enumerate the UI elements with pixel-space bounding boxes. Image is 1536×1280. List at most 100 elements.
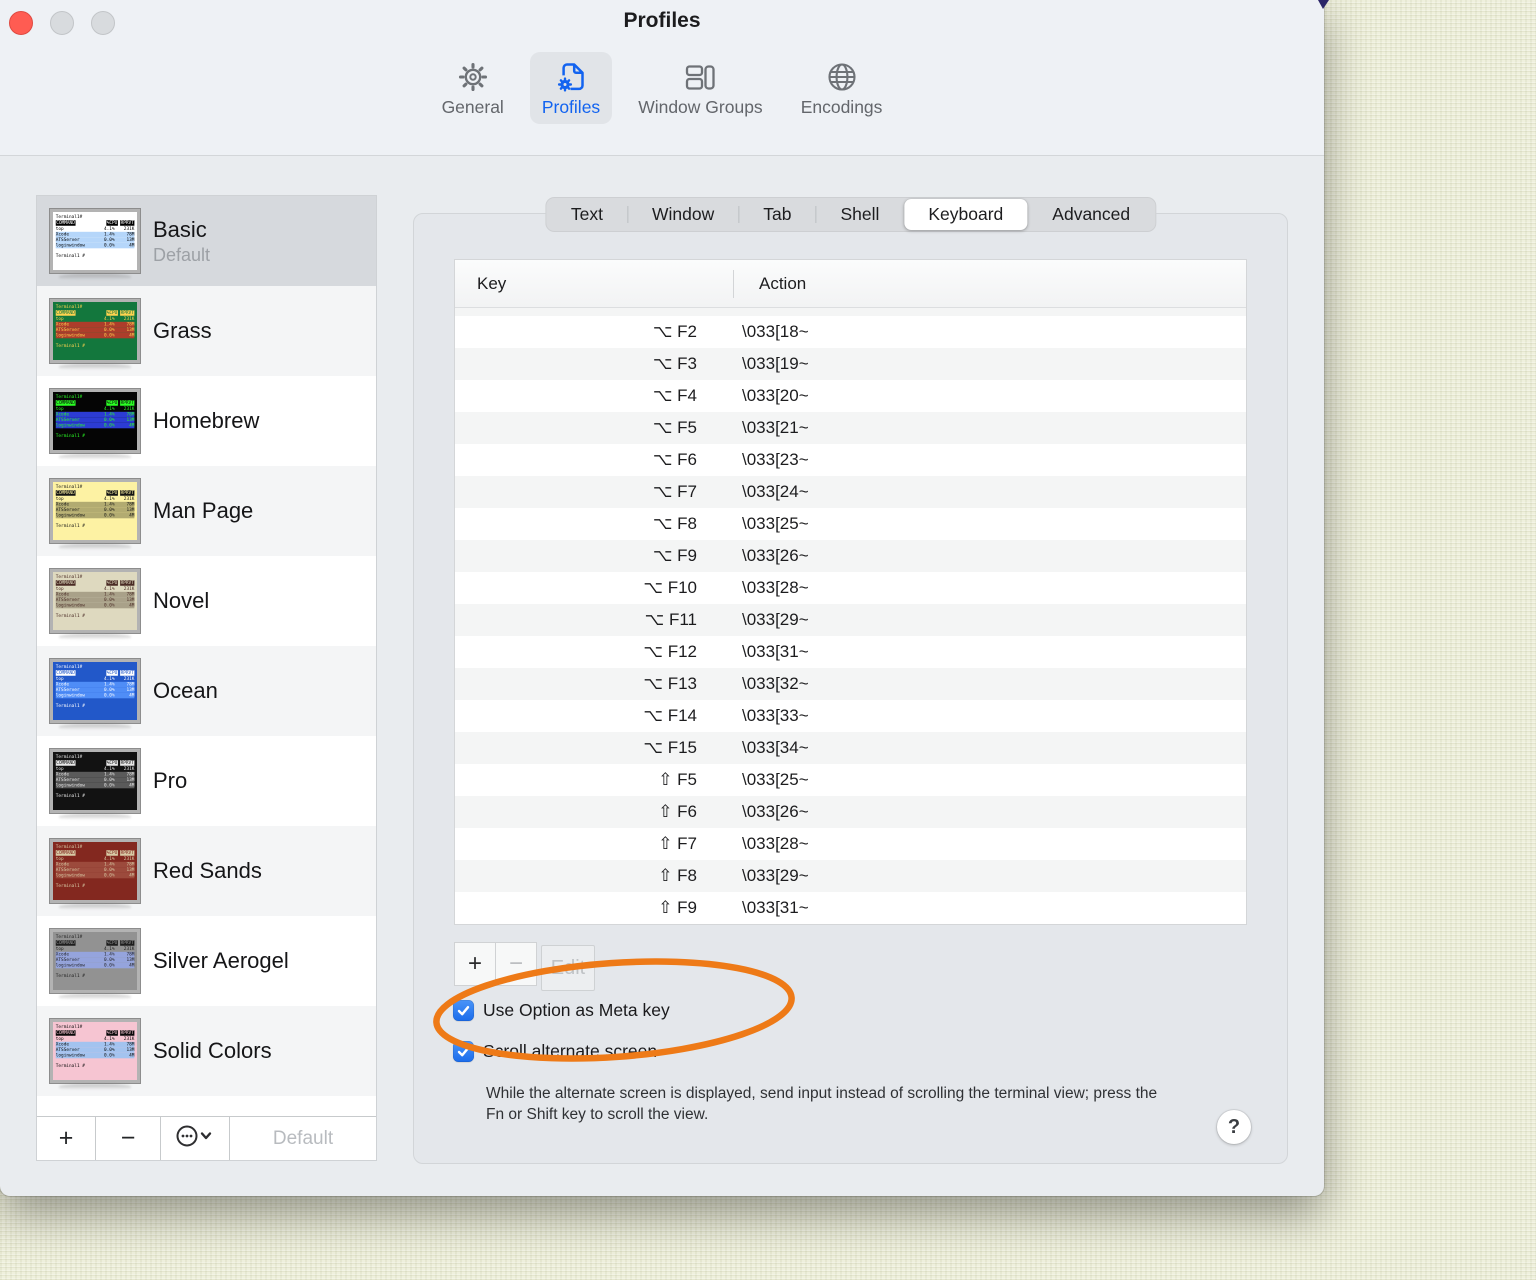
key-mapping-row[interactable]: ⌥ F10 \033[28~ xyxy=(455,572,1246,604)
profile-list-item-man-page[interactable]: Terminal1# COMMAND %CPU RPRVT top 4.1% 231K… xyxy=(37,466,376,556)
thumb-prompt: Terminal1 # xyxy=(55,253,85,259)
edit-mapping-button[interactable]: Edit xyxy=(541,945,595,991)
profile-text: Homebrew xyxy=(153,408,259,434)
profile-default-badge: Default xyxy=(153,244,211,265)
toolbar-item-window-groups[interactable]: Window Groups xyxy=(626,52,775,124)
set-default-button[interactable]: Default xyxy=(230,1117,376,1160)
key-mapping-row[interactable]: ⌥ F11 \033[29~ xyxy=(455,604,1246,636)
profile-actions-menu-button[interactable] xyxy=(161,1117,230,1160)
key-mapping-row[interactable]: ⌥ F8 \033[25~ xyxy=(455,508,1246,540)
key-cell: ⇧ F5 xyxy=(658,770,697,789)
tab-shell[interactable]: Shell xyxy=(816,199,903,230)
key-mapping-row[interactable]: ⇧ F8 \033[29~ xyxy=(455,860,1246,892)
profile-list-item-grass[interactable]: Terminal1# COMMAND %CPU RPRVT top 4.1% 231K… xyxy=(37,286,376,376)
thumb-header-chips: COMMAND %CPU RPRVT xyxy=(55,310,135,316)
thumb-title: Terminal1# xyxy=(55,574,83,580)
key-mapping-row[interactable]: ⇧ F9 \033[31~ xyxy=(455,892,1246,924)
profile-text: Grass xyxy=(153,318,212,344)
thumb-process-rows: top 4.1% 231K Xcode 1.4% 78M ATSServer 0.0% 13M l… xyxy=(55,586,135,609)
thumb-process-row: loginwindow 0.0% 4M xyxy=(55,782,135,789)
action-cell: \033[26~ xyxy=(742,546,809,565)
key-mapping-row[interactable]: ⌥ F2 \033[18~ xyxy=(455,316,1246,348)
profile-list-item-solid-colors[interactable]: Terminal1# COMMAND %CPU RPRVT top 4.1% 231K… xyxy=(37,1006,376,1096)
key-mapping-row[interactable]: ⌥ F5 \033[21~ xyxy=(455,412,1246,444)
key-mapping-row[interactable]: ⌥ F6 \033[23~ xyxy=(455,444,1246,476)
tab-tab[interactable]: Tab xyxy=(739,199,815,230)
key-cell: ⌥ F2 xyxy=(652,322,697,341)
profile-list-item-novel[interactable]: Terminal1# COMMAND %CPU RPRVT top 4.1% 231K… xyxy=(37,556,376,646)
profile-list-item-ocean[interactable]: Terminal1# COMMAND %CPU RPRVT top 4.1% 231K… xyxy=(37,646,376,736)
column-header-key: Key xyxy=(477,273,507,293)
action-cell: \033[32~ xyxy=(742,674,809,693)
add-profile-button[interactable]: + xyxy=(37,1117,96,1160)
thumb-process-row: loginwindow 0.0% 4M xyxy=(55,872,135,879)
key-mapping-row[interactable]: ⇧ F6 \033[26~ xyxy=(455,796,1246,828)
tab-advanced[interactable]: Advanced xyxy=(1028,199,1154,230)
profile-list: Terminal1# COMMAND %CPU RPRVT top 4.1% 231K… xyxy=(37,196,376,1116)
toolbar-label: Window Groups xyxy=(638,97,763,117)
profile-text: Basic Default xyxy=(153,217,210,266)
add-mapping-button[interactable]: + xyxy=(454,942,496,986)
toolbar-item-profiles[interactable]: Profiles xyxy=(529,52,613,124)
cursor-artifact xyxy=(1318,0,1329,9)
key-cell: ⌥ F13 xyxy=(643,674,697,693)
key-cell: ⇧ F7 xyxy=(658,834,697,853)
key-mapping-row[interactable]: ⌥ F15 \033[34~ xyxy=(455,732,1246,764)
action-cell: \033[33~ xyxy=(742,706,809,725)
remove-mapping-button[interactable]: − xyxy=(495,942,537,986)
globe-icon xyxy=(824,59,860,95)
profile-list-item-red-sands[interactable]: Terminal1# COMMAND %CPU RPRVT top 4.1% 231K… xyxy=(37,826,376,916)
toolbar-item-general[interactable]: General xyxy=(430,52,516,124)
terminal-thumbnail: Terminal1# COMMAND %CPU RPRVT top 4.1% 231K… xyxy=(50,929,140,993)
checkbox-label: Scroll alternate screen xyxy=(483,1041,658,1061)
remove-profile-button[interactable]: − xyxy=(96,1117,161,1160)
profile-name: Red Sands xyxy=(153,858,262,883)
key-mapping-row[interactable]: ⌥ F4 \033[20~ xyxy=(455,380,1246,412)
key-mapping-row[interactable]: ⌥ F9 \033[26~ xyxy=(455,540,1246,572)
profile-name: Solid Colors xyxy=(153,1038,272,1063)
thumb-title: Terminal1# xyxy=(55,664,83,670)
table-header: Key Action xyxy=(455,260,1246,308)
key-cell: ⇧ F9 xyxy=(658,898,697,917)
scrolled-row-sliver xyxy=(455,308,1246,316)
thumb-prompt: Terminal1 # xyxy=(55,883,85,889)
thumb-prompt: Terminal1 # xyxy=(55,1063,85,1069)
key-mapping-row[interactable]: ⌥ F7 \033[24~ xyxy=(455,476,1246,508)
profile-list-item-silver-aerogel[interactable]: Terminal1# COMMAND %CPU RPRVT top 4.1% 231K… xyxy=(37,916,376,1006)
terminal-thumbnail: Terminal1# COMMAND %CPU RPRVT top 4.1% 231K… xyxy=(50,1019,140,1083)
key-mapping-row[interactable]: ⌥ F14 \033[33~ xyxy=(455,700,1246,732)
key-cell: ⌥ F6 xyxy=(652,450,697,469)
tab-text[interactable]: Text xyxy=(547,199,627,230)
help-button[interactable]: ? xyxy=(1217,1110,1251,1144)
scroll-alternate-screen-checkbox[interactable] xyxy=(453,1041,474,1062)
tab-keyboard[interactable]: Keyboard xyxy=(904,199,1028,230)
profile-list-item-homebrew[interactable]: Terminal1# COMMAND %CPU RPRVT top 4.1% 231K… xyxy=(37,376,376,466)
profile-list-item-basic[interactable]: Terminal1# COMMAND %CPU RPRVT top 4.1% 231K… xyxy=(37,196,376,286)
window-chrome: Profiles General Profiles Window Groups … xyxy=(0,0,1324,156)
action-cell: \033[29~ xyxy=(742,866,809,885)
thumb-process-rows: top 4.1% 231K Xcode 1.4% 78M ATSServer 0.0% 13M l… xyxy=(55,226,135,249)
action-cell: \033[26~ xyxy=(742,802,809,821)
thumb-process-row: loginwindow 0.0% 4M xyxy=(55,332,135,339)
toolbar-item-encodings[interactable]: Encodings xyxy=(789,52,895,124)
profile-name: Novel xyxy=(153,588,210,613)
thumb-process-rows: top 4.1% 231K Xcode 1.4% 78M ATSServer 0.0% 13M l… xyxy=(55,496,135,519)
key-mapping-row[interactable]: ⇧ F5 \033[25~ xyxy=(455,764,1246,796)
key-cell: ⌥ F7 xyxy=(652,482,697,501)
key-mapping-row[interactable]: ⌥ F12 \033[31~ xyxy=(455,636,1246,668)
key-mapping-row[interactable]: ⌥ F13 \033[32~ xyxy=(455,668,1246,700)
toolbar-label: Profiles xyxy=(541,97,601,117)
thumb-header-chips: COMMAND %CPU RPRVT xyxy=(55,670,135,676)
profile-list-item-pro[interactable]: Terminal1# COMMAND %CPU RPRVT top 4.1% 231K… xyxy=(37,736,376,826)
thumb-header-chips: COMMAND %CPU RPRVT xyxy=(55,940,135,946)
key-mapping-row[interactable]: ⇧ F7 \033[28~ xyxy=(455,828,1246,860)
thumb-title: Terminal1# xyxy=(55,394,83,400)
thumb-process-rows: top 4.1% 231K Xcode 1.4% 78M ATSServer 0.0% 13M l… xyxy=(55,316,135,339)
key-mapping-row[interactable]: ⌥ F3 \033[19~ xyxy=(455,348,1246,380)
tab-window[interactable]: Window xyxy=(628,199,738,230)
thumb-prompt: Terminal1 # xyxy=(55,973,85,979)
use-option-as-meta-checkbox[interactable] xyxy=(453,1000,474,1021)
profile-text: Solid Colors xyxy=(153,1038,272,1064)
profile-name: Grass xyxy=(153,318,212,343)
thumb-process-rows: top 4.1% 231K Xcode 1.4% 78M ATSServer 0.0% 13M l… xyxy=(55,1036,135,1059)
